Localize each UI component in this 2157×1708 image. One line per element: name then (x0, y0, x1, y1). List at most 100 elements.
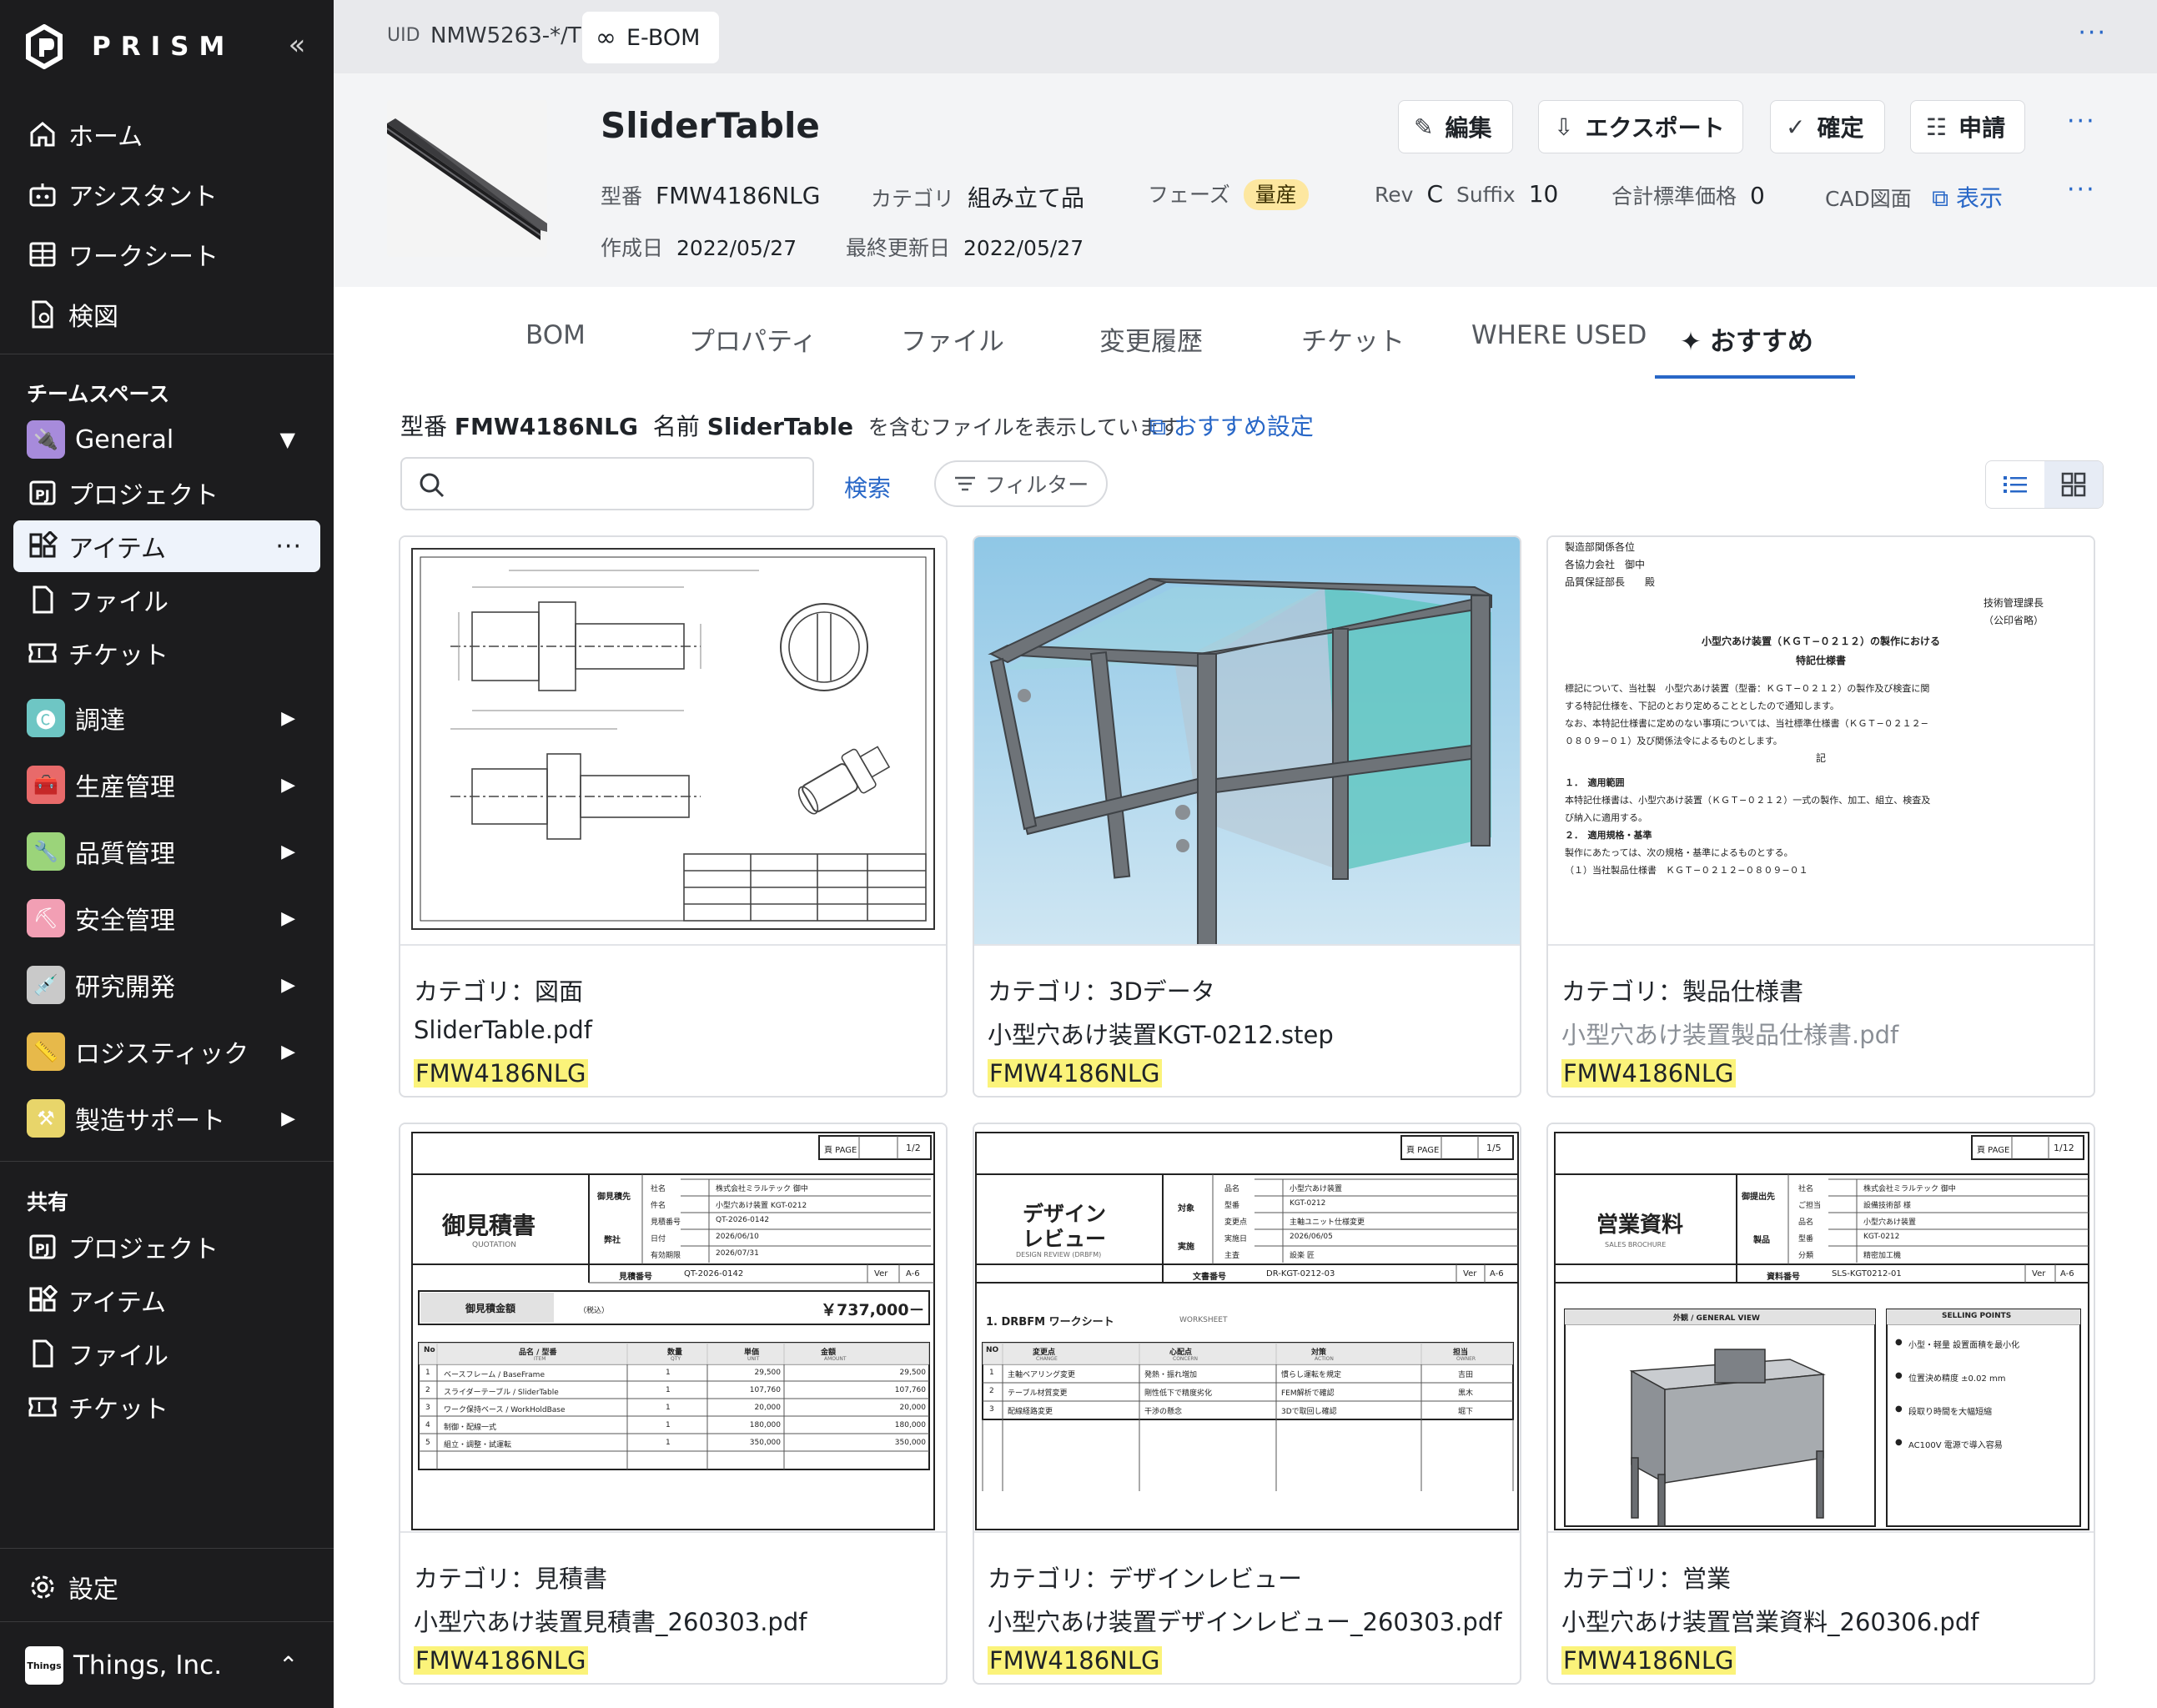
confirm-button[interactable]: ✓ 確定 (1770, 100, 1885, 153)
tab-properties[interactable]: プロパティ (689, 320, 817, 358)
infinity-icon: ∞ (596, 23, 616, 53)
apply-button[interactable]: ☷ 申請 (1910, 100, 2025, 153)
search-button[interactable]: 検索 (844, 470, 891, 504)
file-card[interactable]: 頁 PAGE 1/2 御見積書 QUOTATION 御見積先 弊社 社名 株式会社… (399, 1123, 948, 1685)
workspace-selector[interactable]: 🔌 General ▼ (13, 414, 320, 465)
file-card[interactable]: 製造部関係各位 各協力会社 御中 品質保証部長 殿 技術管理課長 （公印省略） … (1546, 535, 2095, 1098)
prism-logo[interactable]: PRISM (25, 22, 234, 72)
chevron-right-icon: ▶ (281, 1108, 295, 1129)
collapse-sidebar-icon[interactable]: « (282, 28, 312, 62)
tab-bom[interactable]: BOM (525, 320, 586, 350)
team-nav-items[interactable]: アイテム ··· (13, 520, 320, 572)
tab-recommend[interactable]: ✦ おすすめ (1680, 320, 1813, 358)
gear-icon (27, 1571, 58, 1603)
doc-key: 有効期限 (651, 1252, 681, 1260)
file-card[interactable]: カテゴリ：3Dデータ 小型穴あけ装置KGT-0212.step FMW4186N… (973, 535, 1521, 1098)
card-filename: 小型穴あけ装置KGT-0212.step (988, 1021, 1334, 1049)
selling-point: 小型・軽量 設置面積を最小化 (1908, 1341, 2020, 1350)
item-title: SliderTable (601, 105, 820, 146)
list-view-button[interactable] (1986, 461, 2044, 508)
card-category: カテゴリ：3Dデータ (988, 977, 1215, 1006)
sidebar-category[interactable]: 🅒 調達 ▶ (13, 692, 320, 744)
tab-history[interactable]: 変更履歴 (1099, 320, 1203, 358)
sidebar-category[interactable]: ⛏ 安全管理 ▶ (13, 892, 320, 944)
filter-button[interactable]: フィルター (934, 460, 1108, 507)
table-cell: 制御・配線一式 (444, 1424, 497, 1432)
doc-value: 設備技術部 様 (1863, 1202, 1911, 1210)
more-options-icon[interactable]: ··· (2078, 18, 2107, 48)
table-header-en: CHANGE (1036, 1356, 1058, 1362)
recommend-settings-link[interactable]: ⧉ おすすめ設定 (1149, 409, 1314, 442)
nav-home[interactable]: ホーム (13, 108, 320, 160)
table-cell: 3 (989, 1405, 994, 1414)
table-header-en: ACTION (1315, 1356, 1334, 1362)
doc-section: ２． 適用規格・基準 (1565, 830, 1652, 841)
doc-line: 品質保証部長 殿 (1565, 576, 1656, 588)
doc-key: 社名 (651, 1185, 666, 1193)
confirm-button-label: 確定 (1817, 114, 1864, 142)
team-nav-project-label: プロジェクト (68, 481, 219, 510)
nav-worksheet[interactable]: ワークシート (13, 229, 320, 280)
table-cell: 剛性低下で精度劣化 (1144, 1389, 1213, 1398)
chevron-up-icon[interactable]: ⌃ (279, 1651, 298, 1679)
tab-where-used[interactable]: WHERE USED (1471, 320, 1647, 350)
shared-nav-file[interactable]: ファイル (13, 1328, 320, 1379)
doc-line: （１）当社製品仕様書 ＫＧＴ−０２１２−０８０９−０１ (1565, 865, 1808, 876)
teamspace-heading: チームスペース (27, 382, 170, 406)
card-category: カテゴリ：製品仕様書 (1561, 977, 1804, 1006)
team-nav-file[interactable]: ファイル (13, 574, 320, 625)
export-button[interactable]: ⇩ エクスポート (1538, 100, 1743, 153)
doc-line: 製作にあたっては、次の規格・基準によるものとする。 (1565, 847, 1793, 858)
settings-nav[interactable]: 設定 (13, 1561, 320, 1613)
category-icon: 💉 (27, 966, 65, 1004)
company-switcher[interactable]: Things Things, Inc. (25, 1646, 222, 1685)
doc-label: Ver (1463, 1269, 1477, 1278)
file-card[interactable]: 頁 PAGE 1/12 営業資料 SALES BROCHURE 御提出先 製品 … (1546, 1123, 2095, 1685)
card-filename: 小型穴あけ装置見積書_260303.pdf (414, 1608, 807, 1636)
suffix-label: Suffix (1456, 183, 1516, 207)
shared-nav-items[interactable]: アイテム (13, 1274, 320, 1326)
file-card[interactable]: カテゴリ：図面 SliderTable.pdf FMW4186NLG (399, 535, 948, 1098)
shared-nav-project[interactable]: PJ プロジェクト (13, 1221, 320, 1273)
recommend-settings-label: おすすめ設定 (1173, 413, 1314, 440)
file-icon (27, 584, 58, 615)
doc-key: 見積番号 (651, 1218, 681, 1227)
nav-drawing-check[interactable]: 検図 (13, 289, 320, 340)
nav-assistant[interactable]: アシスタント (13, 168, 320, 220)
3d-model-preview (974, 537, 1520, 944)
team-nav-project[interactable]: PJ プロジェクト (13, 467, 320, 519)
nav-assistant-label: アシスタント (68, 183, 218, 212)
search-input[interactable] (400, 457, 814, 510)
card-part-number: FMW4186NLG (988, 1059, 1162, 1088)
table-cell: 29,500 (899, 1369, 927, 1377)
sidebar-category[interactable]: 💉 研究開発 ▶ (13, 959, 320, 1011)
category-icon: ⚒ (27, 1099, 65, 1138)
cad-field: CAD図面 ⧉ 表示 (1825, 180, 2003, 214)
apply-button-label: 申請 (1958, 114, 2006, 142)
cad-view-link[interactable]: ⧉ 表示 (1932, 184, 2003, 212)
ebom-tab[interactable]: ∞ E-BOM (582, 12, 719, 63)
card-part-number: FMW4186NLG (1561, 1059, 1736, 1088)
robot-icon (27, 178, 58, 210)
selling-point: 位置決め精度 ±0.02 mm (1908, 1374, 2006, 1384)
phase-badge: 量産 (1243, 179, 1309, 210)
shared-nav-ticket[interactable]: チケット (13, 1381, 320, 1433)
more-options-icon[interactable]: ··· (2067, 107, 2096, 136)
doc-title: 営業資料 (1596, 1213, 1684, 1238)
doc-body: 本特記仕様書は、小型穴あけ装置（ＫＧＴ−０２１２）一式の製作、加工、組立、検査及… (1565, 791, 2077, 826)
team-nav-ticket[interactable]: チケット (13, 627, 320, 679)
sidebar-category[interactable]: 📏 ロジスティック ▶ (13, 1026, 320, 1078)
sidebar-category[interactable]: ⚒ 製造サポート ▶ (13, 1093, 320, 1144)
more-options-icon[interactable]: ··· (275, 532, 302, 561)
doc-line: 標記について、当社製 小型穴あけ装置（型番：ＫＧＴ−０２１２）の製作及び検査に関 (1565, 683, 1930, 694)
file-card[interactable]: 頁 PAGE 1/5 デザイン レビュー DESIGN REVIEW (DRBF… (973, 1123, 1521, 1685)
created-field: 作成日 2022/05/27 (601, 232, 797, 262)
tab-tickets[interactable]: チケット (1301, 320, 1405, 358)
tab-files[interactable]: ファイル (901, 320, 1004, 358)
grid-view-button[interactable] (2044, 461, 2103, 508)
sidebar-category[interactable]: 🔧 品質管理 ▶ (13, 826, 320, 877)
more-options-icon[interactable]: ··· (2067, 175, 2096, 204)
sidebar-category[interactable]: 🧰 生産管理 ▶ (13, 759, 320, 811)
edit-button[interactable]: ✎ 編集 (1398, 100, 1513, 153)
company-name: Things, Inc. (73, 1650, 223, 1680)
